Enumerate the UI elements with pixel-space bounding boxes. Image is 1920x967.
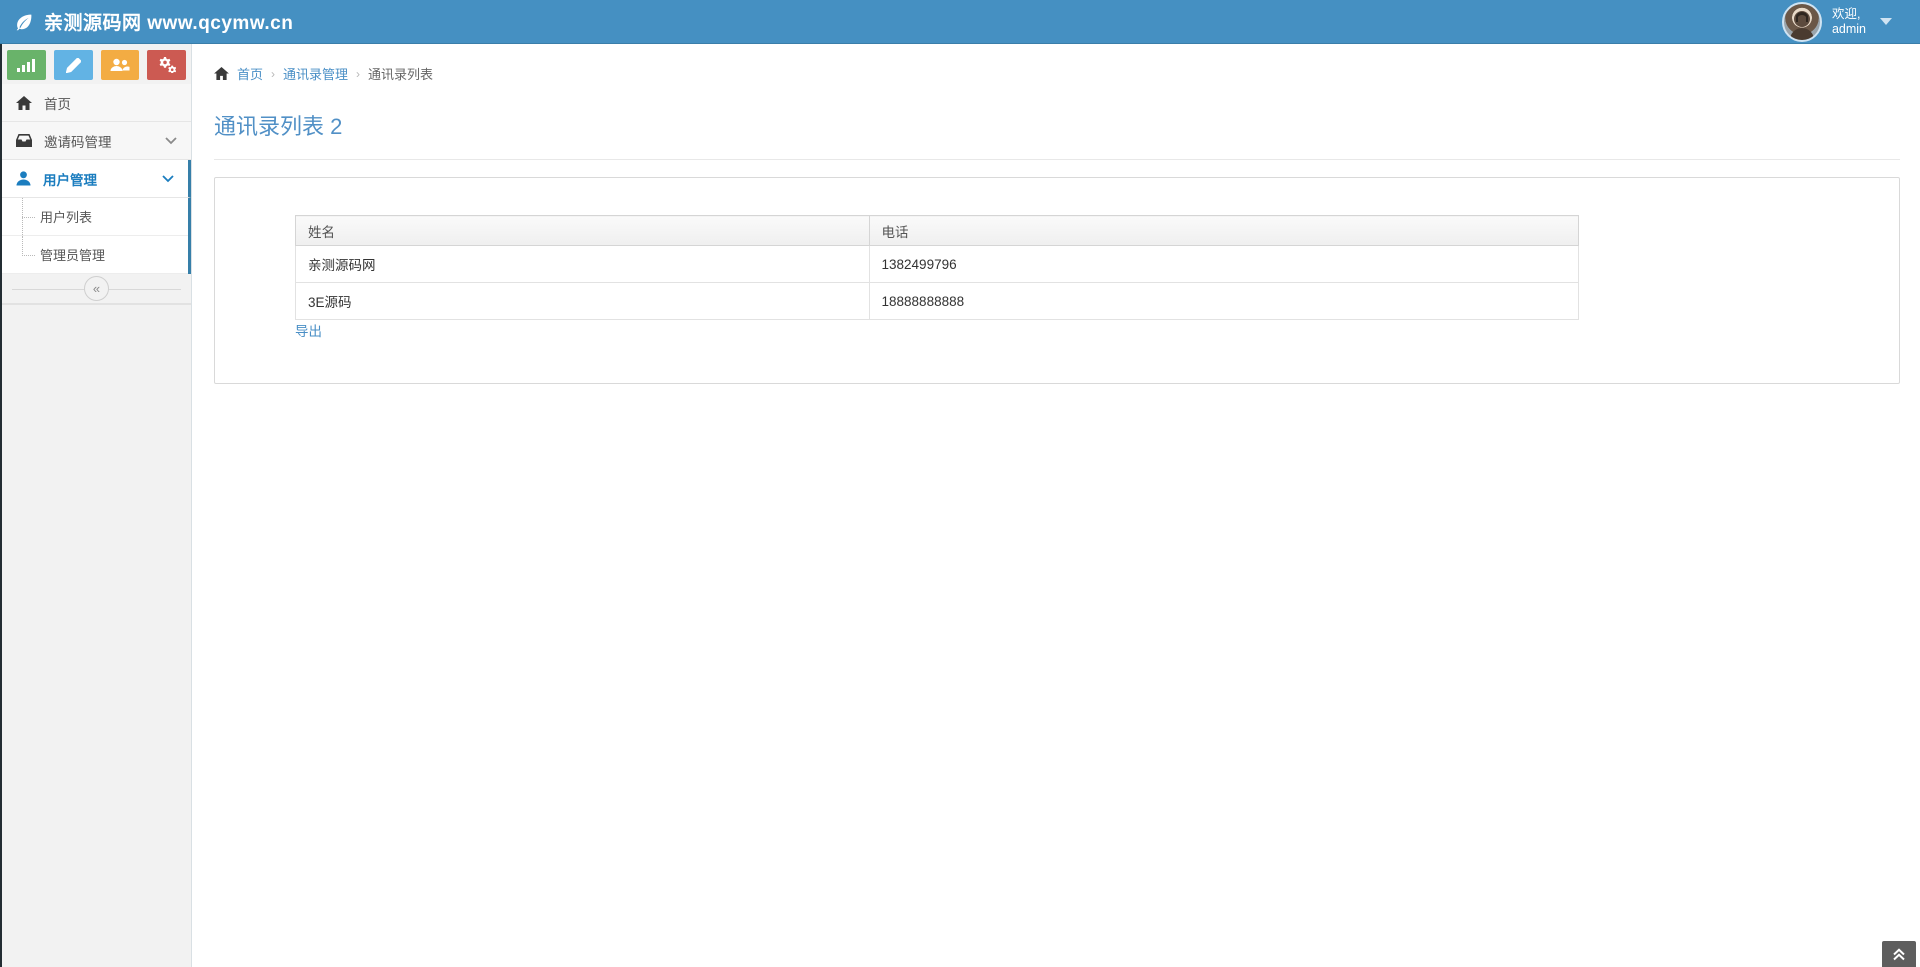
page-title: 通讯录列表 2 — [214, 109, 1920, 141]
gears-button[interactable] — [147, 50, 186, 80]
table-row: 亲测源码网 1382499796 — [296, 246, 1579, 283]
gears-icon — [158, 57, 176, 73]
sidebar-collapse-row: « — [2, 274, 191, 304]
breadcrumb-separator: › — [356, 67, 360, 81]
sidebar-item-home[interactable]: 首页 — [2, 84, 191, 122]
double-chevron-up-icon — [1892, 948, 1906, 961]
users-submenu: 用户列表 管理员管理 — [2, 198, 191, 274]
caret-down-icon — [1880, 18, 1892, 25]
user-avatar — [1782, 2, 1822, 42]
export-link[interactable]: 导出 — [295, 320, 322, 340]
users-icon — [110, 58, 130, 72]
welcome-text: 欢迎, admin — [1832, 7, 1866, 37]
back-to-top-button[interactable] — [1882, 941, 1916, 967]
sidebar-item-label: 首页 — [44, 93, 177, 113]
user-menu[interactable]: 欢迎, admin — [1782, 2, 1920, 42]
sidebar-subitem-label: 管理员管理 — [40, 245, 105, 264]
title-divider — [214, 159, 1900, 160]
pencil-button[interactable] — [54, 50, 93, 80]
chevron-down-icon — [165, 137, 177, 145]
quick-buttons — [2, 44, 191, 80]
sidebar: 首页 邀请码管理 用户管理 用户列表 — [0, 44, 192, 967]
home-icon — [214, 68, 229, 80]
sidebar-subitem-admin-management[interactable]: 管理员管理 — [2, 236, 188, 274]
table-row: 3E源码 18888888888 — [296, 283, 1579, 320]
bar-chart-icon — [17, 58, 35, 72]
contacts-table: 姓名 电话 亲测源码网 1382499796 3E源码 18888888888 — [295, 215, 1579, 320]
sidebar-item-label: 邀请码管理 — [44, 131, 153, 151]
breadcrumb-separator: › — [271, 67, 275, 81]
breadcrumb: 首页 › 通讯录管理 › 通讯录列表 — [194, 44, 1920, 95]
sidebar-collapse-button[interactable]: « — [84, 276, 109, 301]
contacts-panel: 姓名 电话 亲测源码网 1382499796 3E源码 18888888888 … — [214, 177, 1900, 384]
leaf-logo-icon — [13, 11, 35, 33]
breadcrumb-contacts-management-link[interactable]: 通讯录管理 — [283, 64, 348, 83]
chevron-down-icon — [162, 175, 174, 183]
pencil-icon — [66, 58, 81, 73]
cell-phone: 1382499796 — [869, 246, 1578, 283]
breadcrumb-home-link[interactable]: 首页 — [237, 64, 263, 83]
column-header-phone: 电话 — [869, 216, 1578, 246]
sidebar-subitem-user-list[interactable]: 用户列表 — [2, 198, 188, 236]
top-navbar: 亲测源码网 www.qcymw.cn 欢迎, admin — [0, 0, 1920, 44]
person-icon — [16, 171, 31, 186]
sidebar-menu: 首页 邀请码管理 用户管理 用户列表 — [2, 84, 191, 305]
sidebar-item-label: 用户管理 — [43, 169, 150, 189]
column-header-name: 姓名 — [296, 216, 870, 246]
breadcrumb-current: 通讯录列表 — [368, 64, 433, 83]
table-header-row: 姓名 电话 — [296, 216, 1579, 246]
cell-name: 3E源码 — [296, 283, 870, 320]
sidebar-subitem-label: 用户列表 — [40, 207, 92, 226]
cell-name: 亲测源码网 — [296, 246, 870, 283]
inbox-icon — [16, 134, 32, 147]
main-content: 首页 › 通讯录管理 › 通讯录列表 通讯录列表 2 姓名 电话 亲测源码网 1… — [194, 44, 1920, 967]
sidebar-item-invite-codes[interactable]: 邀请码管理 — [2, 122, 191, 160]
cell-phone: 18888888888 — [869, 283, 1578, 320]
users-button[interactable] — [101, 50, 140, 80]
brand-title: 亲测源码网 www.qcymw.cn — [44, 8, 293, 35]
bar-chart-button[interactable] — [7, 50, 46, 80]
brand[interactable]: 亲测源码网 www.qcymw.cn — [0, 8, 293, 35]
home-icon — [16, 96, 32, 110]
sidebar-item-users[interactable]: 用户管理 — [2, 160, 191, 198]
